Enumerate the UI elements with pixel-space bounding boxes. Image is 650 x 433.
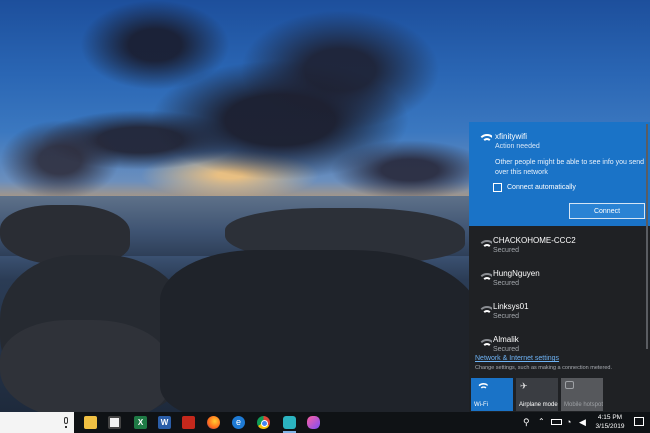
connect-automatically-checkbox[interactable]: [493, 183, 502, 192]
acrobat-icon[interactable]: [182, 416, 195, 429]
clock-date[interactable]: 3/15/2019: [593, 423, 627, 430]
volume-icon[interactable]: ◀: [579, 417, 586, 427]
clock-time[interactable]: 4:15 PM: [593, 414, 627, 421]
connect-button[interactable]: Connect: [569, 203, 645, 219]
microphone-icon[interactable]: [64, 417, 68, 428]
tile-label: Wi-Fi: [474, 402, 488, 408]
network-status: Secured: [493, 280, 520, 287]
wifi-icon: [478, 339, 492, 349]
app-icon[interactable]: [283, 416, 296, 429]
active-network-item[interactable]: xfinitywifi Action needed Other people m…: [469, 122, 650, 226]
network-settings-description: Change settings, such as making a connec…: [475, 365, 612, 371]
chrome-icon[interactable]: [257, 416, 270, 429]
network-settings-link[interactable]: Network & Internet settings: [475, 355, 559, 362]
connect-automatically-row[interactable]: Connect automatically: [493, 183, 576, 192]
checkbox-label: Connect automatically: [507, 184, 576, 191]
network-name: Almalik: [493, 335, 519, 344]
excel-icon[interactable]: X: [134, 416, 147, 429]
taskbar-search-box[interactable]: [0, 412, 74, 433]
network-name: CHACKOHOME-CCC2: [493, 236, 576, 245]
network-warning: Other people might be able to see info y…: [495, 159, 645, 176]
notification-icon[interactable]: [634, 417, 644, 426]
network-item[interactable]: CHACKOHOME-CCC2 Secured: [469, 228, 650, 261]
store-icon[interactable]: [108, 416, 121, 429]
wifi-icon: [478, 306, 492, 316]
hotspot-icon: [565, 381, 574, 389]
chevron-up-icon[interactable]: ⌃: [538, 417, 545, 427]
edge-icon[interactable]: e: [232, 416, 245, 429]
cloud: [0, 120, 120, 200]
people-icon[interactable]: ⚲: [523, 417, 530, 427]
mobile-hotspot-tile[interactable]: Mobile hotspot: [561, 378, 603, 411]
cloud: [80, 0, 230, 90]
word-icon[interactable]: W: [158, 416, 171, 429]
tile-label: Airplane mode: [519, 402, 558, 408]
wifi-icon: [478, 240, 492, 250]
taskbar: X W e ⚲ ⌃ ◔ ◀ 4:15 PM 3/15/2019: [0, 412, 650, 433]
wifi-icon: [478, 273, 492, 283]
wifi-icon: [478, 134, 492, 144]
network-item[interactable]: Linksys01 Secured: [469, 294, 650, 327]
wifi-icon: [476, 383, 488, 391]
airplane-icon: ✈: [520, 381, 528, 391]
folder-icon[interactable]: [84, 416, 97, 429]
network-status: Secured: [493, 313, 520, 320]
network-flyout: xfinitywifi Action needed Other people m…: [469, 122, 650, 412]
airplane-mode-tile[interactable]: ✈ Airplane mode: [516, 378, 558, 411]
cloud: [240, 10, 440, 130]
rock: [0, 320, 170, 412]
network-status: Secured: [493, 346, 520, 353]
wifi-toggle-tile[interactable]: Wi-Fi: [471, 378, 513, 411]
rock: [160, 250, 480, 412]
network-icon[interactable]: ◔: [566, 417, 571, 427]
firefox-icon[interactable]: [207, 416, 220, 429]
network-name: HungNguyen: [493, 269, 540, 278]
network-list-scrollbar[interactable]: [646, 124, 648, 349]
network-status: Secured: [493, 247, 520, 254]
network-item[interactable]: HungNguyen Secured: [469, 261, 650, 294]
network-status: Action needed: [495, 143, 540, 150]
network-name: xfinitywifi: [495, 132, 528, 141]
cloud: [330, 140, 490, 200]
tile-label: Mobile hotspot: [564, 402, 604, 408]
battery-icon[interactable]: [551, 419, 562, 425]
network-name: Linksys01: [493, 302, 529, 311]
paint-icon[interactable]: [307, 416, 320, 429]
